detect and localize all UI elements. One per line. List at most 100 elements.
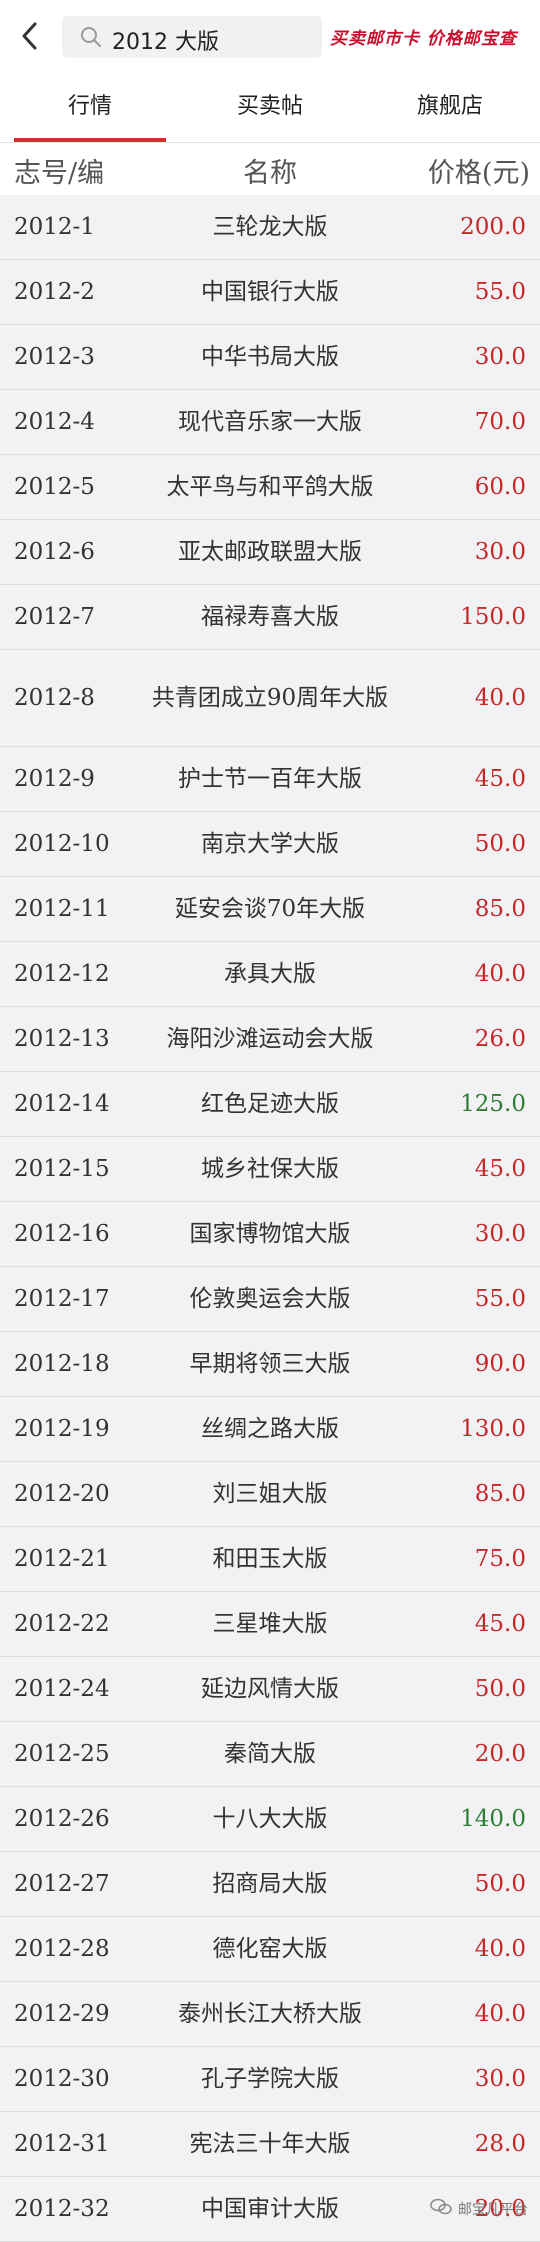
- table-row[interactable]: 2012-11 延安会谈70年大版 85.0: [0, 877, 540, 942]
- tab-market[interactable]: 行情: [0, 72, 180, 142]
- row-price: 50.0: [474, 1676, 526, 1702]
- table-row[interactable]: 2012-15 城乡社保大版 45.0: [0, 1137, 540, 1202]
- row-price: 30.0: [474, 2066, 526, 2092]
- row-code: 2012-17: [14, 1286, 110, 1312]
- row-name: 伦敦奥运会大版: [189, 1286, 351, 1312]
- row-name: 泰州长江大桥大版: [178, 2001, 362, 2027]
- row-price: 55.0: [474, 1286, 526, 1312]
- row-price: 30.0: [474, 344, 526, 370]
- row-name: 延边风情大版: [201, 1676, 339, 1702]
- row-code: 2012-24: [14, 1676, 110, 1702]
- table-row[interactable]: 2012-12 承具大版 40.0: [0, 942, 540, 1007]
- row-name: 宪法三十年大版: [189, 2131, 351, 2157]
- row-code: 2012-15: [14, 1156, 110, 1182]
- table-row[interactable]: 2012-21 和田玉大版 75.0: [0, 1527, 540, 1592]
- table-row[interactable]: 2012-28 德化窑大版 40.0: [0, 1917, 540, 1982]
- row-name: 福禄寿喜大版: [201, 604, 339, 630]
- row-code: 2012-31: [14, 2131, 110, 2157]
- row-price: 30.0: [474, 1221, 526, 1247]
- row-code: 2012-19: [14, 1416, 110, 1442]
- row-code: 2012-7: [14, 604, 95, 630]
- row-price: 85.0: [474, 896, 526, 922]
- row-code: 2012-28: [14, 1936, 110, 1962]
- row-code: 2012-14: [14, 1091, 110, 1117]
- row-name: 中华书局大版: [201, 344, 339, 370]
- row-name: 承具大版: [224, 961, 316, 987]
- row-code: 2012-30: [14, 2066, 110, 2092]
- row-price: 26.0: [474, 1026, 526, 1052]
- table-row[interactable]: 2012-20 刘三姐大版 85.0: [0, 1462, 540, 1527]
- row-price: 60.0: [474, 474, 526, 500]
- table-row[interactable]: 2012-3 中华书局大版 30.0: [0, 325, 540, 390]
- row-name: 延安会谈70年大版: [174, 896, 366, 922]
- tab-trade-posts[interactable]: 买卖帖: [180, 72, 360, 142]
- row-code: 2012-12: [14, 961, 110, 987]
- row-name: 城乡社保大版: [201, 1156, 339, 1182]
- row-code: 2012-4: [14, 409, 95, 435]
- table-row[interactable]: 2012-17 伦敦奥运会大版 55.0: [0, 1267, 540, 1332]
- row-name: 早期将领三大版: [189, 1351, 351, 1377]
- table-row[interactable]: 2012-26 十八大大版 140.0: [0, 1787, 540, 1852]
- row-name: 中国银行大版: [201, 279, 339, 305]
- table-row[interactable]: 2012-14 红色足迹大版 125.0: [0, 1072, 540, 1137]
- table-row[interactable]: 2012-6 亚太邮政联盟大版 30.0: [0, 520, 540, 585]
- row-name: 海阳沙滩运动会大版: [166, 1026, 374, 1052]
- row-name: 德化窑大版: [212, 1936, 328, 1962]
- row-code: 2012-2: [14, 279, 95, 305]
- table-row[interactable]: 2012-7 福禄寿喜大版 150.0: [0, 585, 540, 650]
- table-row[interactable]: 2012-8 共青团成立90周年大版 40.0: [0, 650, 540, 747]
- table-row[interactable]: 2012-30 孔子学院大版 30.0: [0, 2047, 540, 2112]
- row-code: 2012-32: [14, 2196, 110, 2222]
- row-name: 亚太邮政联盟大版: [178, 539, 362, 565]
- table-row[interactable]: 2012-25 秦简大版 20.0: [0, 1722, 540, 1787]
- row-name: 丝绸之路大版: [201, 1416, 339, 1442]
- row-price: 40.0: [474, 1936, 526, 1962]
- row-name: 共青团成立90周年大版: [151, 685, 389, 711]
- table-row[interactable]: 2012-19 丝绸之路大版 130.0: [0, 1397, 540, 1462]
- back-icon[interactable]: [16, 18, 46, 54]
- brand-slogan: 买卖邮市卡 价格邮宝查: [330, 29, 517, 49]
- table-row[interactable]: 2012-29 泰州长江大桥大版 40.0: [0, 1982, 540, 2047]
- row-name: 红色足迹大版: [201, 1091, 339, 1117]
- row-code: 2012-13: [14, 1026, 110, 1052]
- row-code: 2012-9: [14, 766, 95, 792]
- row-price: 50.0: [474, 831, 526, 857]
- row-code: 2012-22: [14, 1611, 110, 1637]
- table-row[interactable]: 2012-16 国家博物馆大版 30.0: [0, 1202, 540, 1267]
- row-name: 现代音乐家一大版: [178, 409, 362, 435]
- row-code: 2012-16: [14, 1221, 110, 1247]
- row-price: 30.0: [474, 539, 526, 565]
- header-price[interactable]: 价格(元): [428, 151, 530, 190]
- row-price: 40.0: [474, 2001, 526, 2027]
- table-row[interactable]: 2012-1 三轮龙大版 200.0: [0, 195, 540, 260]
- row-name: 中国审计大版: [201, 2196, 339, 2222]
- row-price: 55.0: [474, 279, 526, 305]
- row-code: 2012-25: [14, 1741, 110, 1767]
- search-icon: [80, 26, 102, 48]
- row-price: 90.0: [474, 1351, 526, 1377]
- table-row[interactable]: 2012-31 宪法三十年大版 28.0: [0, 2112, 540, 2177]
- row-price: 20.0: [474, 1741, 526, 1767]
- table-row[interactable]: 2012-5 太平鸟与和平鸽大版 60.0: [0, 455, 540, 520]
- table-row[interactable]: 2012-18 早期将领三大版 90.0: [0, 1332, 540, 1397]
- row-price: 45.0: [474, 1611, 526, 1637]
- search-input[interactable]: 2012 大版: [62, 16, 322, 58]
- table-row[interactable]: 2012-10 南京大学大版 50.0: [0, 812, 540, 877]
- row-name: 三轮龙大版: [212, 214, 328, 240]
- table-row[interactable]: 2012-27 招商局大版 50.0: [0, 1852, 540, 1917]
- table-row[interactable]: 2012-4 现代音乐家一大版 70.0: [0, 390, 540, 455]
- table-row[interactable]: 2012-2 中国银行大版 55.0: [0, 260, 540, 325]
- row-code: 2012-5: [14, 474, 95, 500]
- table-row[interactable]: 2012-13 海阳沙滩运动会大版 26.0: [0, 1007, 540, 1072]
- row-price: 75.0: [474, 1546, 526, 1572]
- row-price: 85.0: [474, 1481, 526, 1507]
- row-name: 太平鸟与和平鸽大版: [166, 474, 374, 500]
- tab-flagship-store[interactable]: 旗舰店: [360, 72, 540, 142]
- table-row[interactable]: 2012-24 延边风情大版 50.0: [0, 1657, 540, 1722]
- wechat-icon: [430, 2198, 452, 2220]
- top-bar: 2012 大版 买卖邮市卡 价格邮宝查: [0, 0, 540, 72]
- table-row[interactable]: 2012-9 护士节一百年大版 45.0: [0, 747, 540, 812]
- row-code: 2012-29: [14, 2001, 110, 2027]
- row-price: 70.0: [474, 409, 526, 435]
- table-row[interactable]: 2012-22 三星堆大版 45.0: [0, 1592, 540, 1657]
